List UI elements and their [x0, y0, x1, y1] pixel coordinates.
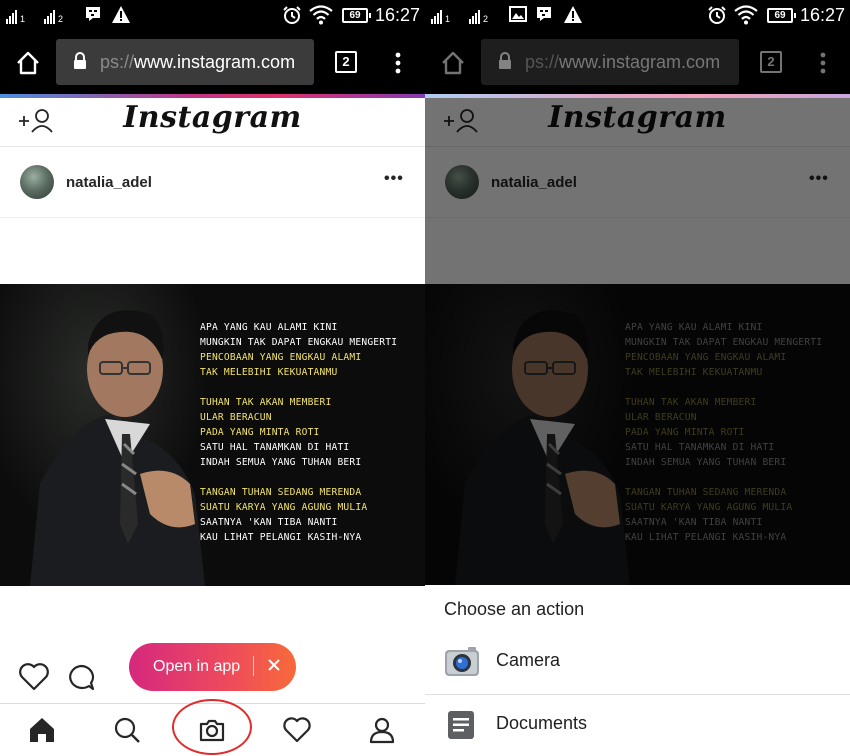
camera-app-icon: [445, 647, 479, 676]
status-bar: 1 2 69 16:27: [425, 0, 850, 32]
instagram-header: Instagram: [0, 98, 425, 147]
overflow-menu-icon[interactable]: [394, 52, 402, 74]
open-in-app-button[interactable]: Open in app: [129, 643, 296, 691]
poem-line: SATU HAL TANAMKAN DI HATI: [200, 442, 350, 453]
status-clock: 16:27: [375, 5, 421, 25]
overflow-menu-icon[interactable]: [819, 52, 827, 74]
post-header: natalia_adel •••: [0, 148, 425, 218]
poem-line: TUHAN TAK AKAN MEMBERI: [200, 397, 332, 408]
poem-gap: [200, 470, 397, 485]
poem-gap: [200, 380, 397, 395]
signal-strength-icon: 1: [431, 6, 450, 24]
browser-toolbar: ps://www.instagram.com 2: [0, 32, 425, 94]
left-screen: 1 2 69 16:27 ps://www.instagram.com 2 In…: [0, 0, 425, 756]
poem-line: MUNGKIN TAK DAPAT ENGKAU MENGERTI: [200, 337, 398, 348]
heart-icon[interactable]: [19, 663, 49, 691]
poem-line: APA YANG KAU ALAMI KINI: [200, 322, 338, 333]
avatar[interactable]: [20, 165, 54, 199]
lock-icon: [74, 52, 86, 69]
divider: [253, 656, 254, 676]
poem-line: PENCOBAAN YANG ENGKAU ALAMI: [200, 352, 362, 363]
bbm-notification-icon: [86, 7, 100, 21]
warning-icon: [112, 6, 130, 23]
poem-line: TAK MELEBIHI KEKUATANMU: [200, 367, 338, 378]
home-icon[interactable]: [15, 50, 41, 76]
poem-line: SAATNYA 'KAN TIBA NANTI: [200, 517, 338, 528]
home-icon[interactable]: [440, 50, 466, 76]
poem-text: APA YANG KAU ALAMI KINI MUNGKIN TAK DAPA…: [200, 320, 397, 545]
chooser-item-documents[interactable]: Documents: [425, 695, 850, 756]
tab-switcher-button[interactable]: 2: [335, 51, 357, 73]
poem-line: SUATU KARYA YANG AGUNG MULIA: [200, 502, 368, 513]
documents-app-icon: [448, 711, 474, 739]
alarm-icon: [283, 6, 301, 24]
chooser-item-camera[interactable]: Camera: [425, 632, 850, 694]
sheet-title: Choose an action: [444, 599, 585, 619]
post-options-button[interactable]: •••: [384, 170, 404, 188]
poem-line: ULAR BERACUN: [200, 412, 272, 423]
man-in-suit-photo: [0, 284, 210, 586]
warning-icon: [564, 6, 582, 23]
poem-line: TANGAN TUHAN SEDANG MERENDA: [200, 487, 362, 498]
profile-icon[interactable]: [368, 716, 396, 744]
wifi-icon: [734, 5, 758, 25]
activity-heart-icon[interactable]: [283, 716, 311, 744]
instagram-logo: Instagram: [123, 100, 302, 135]
open-in-app-label: Open in app: [153, 658, 241, 675]
poem-line: PADA YANG MINTA ROTI: [200, 427, 320, 438]
tab-switcher-button[interactable]: 2: [760, 51, 782, 73]
signal-strength-icon: 1: [6, 6, 25, 24]
close-icon[interactable]: [266, 657, 282, 673]
url-text: ps://www.instagram.com: [100, 52, 296, 72]
alarm-icon: [708, 6, 726, 24]
search-icon[interactable]: [113, 716, 141, 744]
comment-icon[interactable]: [67, 664, 95, 692]
highlight-circle: [172, 699, 252, 755]
browser-toolbar: ps://www.instagram.com 2: [425, 32, 850, 94]
poem-line: INDAH SEMUA YANG TUHAN BERI: [200, 457, 362, 468]
signal-strength-icon: 2: [44, 6, 63, 24]
signal-strength-icon: 2: [469, 6, 488, 24]
modal-scrim[interactable]: [425, 98, 850, 585]
post-image: APA YANG KAU ALAMI KINI MUNGKIN TAK DAPA…: [0, 284, 425, 586]
address-bar[interactable]: ps://www.instagram.com: [56, 39, 314, 85]
url-text: ps://www.instagram.com: [525, 52, 721, 72]
chooser-item-label: Documents: [496, 713, 588, 733]
post-username[interactable]: natalia_adel: [66, 174, 152, 191]
address-bar[interactable]: ps://www.instagram.com: [481, 39, 739, 85]
lock-icon: [499, 52, 511, 69]
battery-icon: 69: [767, 8, 796, 23]
choose-action-sheet: Choose an action Camera Documents: [425, 585, 850, 756]
home-feed-icon[interactable]: [28, 716, 56, 744]
battery-icon: 69: [342, 8, 371, 23]
image-notification-icon: [509, 6, 527, 22]
poem-line: KAU LIHAT PELANGI KASIH-NYA: [200, 532, 362, 543]
right-screen: 1 2 69 16:27 ps://www.instagram.com 2 Ch…: [425, 0, 850, 756]
wifi-icon: [309, 5, 333, 25]
chooser-item-label: Camera: [496, 650, 561, 670]
status-bar: 1 2 69 16:27: [0, 0, 425, 32]
bbm-notification-icon: [537, 7, 551, 21]
screenshot-pair: 1 2 69 16:27 ps://www.instagram.com 2 In…: [0, 0, 850, 756]
status-clock: 16:27: [800, 5, 846, 25]
